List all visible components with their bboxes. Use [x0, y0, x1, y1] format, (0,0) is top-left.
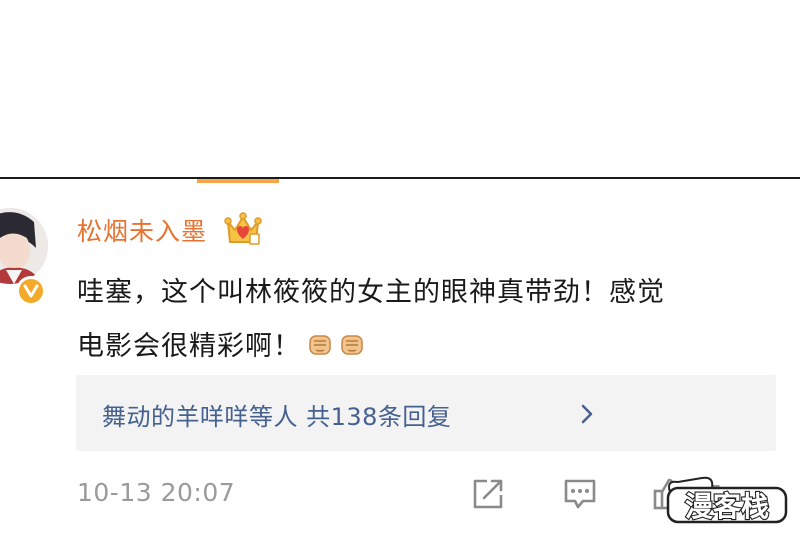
comment-body: 哇塞，这个叫林筱筱的女主的眼神真带劲！感觉 电影会很精彩啊！: [77, 266, 757, 374]
reply-summary: 舞动的羊咩咩等人 共138条回复: [102, 403, 452, 431]
section-divider: [0, 177, 800, 179]
replies-link[interactable]: 舞动的羊咩咩等人 共138条回复: [76, 375, 776, 451]
fist-emoji-icon: [339, 323, 365, 355]
fist-emoji-icon: [307, 323, 333, 355]
comment-line: 电影会很精彩啊！: [77, 331, 301, 362]
share-icon[interactable]: [470, 476, 506, 512]
tab-indicator: [197, 179, 279, 183]
comment-line-2: 电影会很精彩啊！: [77, 320, 757, 374]
comment-icon[interactable]: [562, 476, 598, 512]
chevron-right-icon: [579, 402, 595, 426]
comment-line: 哇塞，这个叫林筱筱的女主的眼神真带劲！感觉: [77, 277, 665, 308]
timestamp: 10-13 20:07: [77, 478, 236, 507]
verified-badge-icon: [16, 276, 46, 306]
username-link[interactable]: 松烟未入墨: [77, 212, 207, 248]
svg-text:漫客栈: 漫客栈: [685, 490, 769, 523]
empty-area: [0, 0, 800, 178]
watermark-logo: 漫客栈: [662, 474, 792, 526]
crown-badge-icon: [224, 212, 262, 248]
avatar[interactable]: [0, 208, 48, 284]
